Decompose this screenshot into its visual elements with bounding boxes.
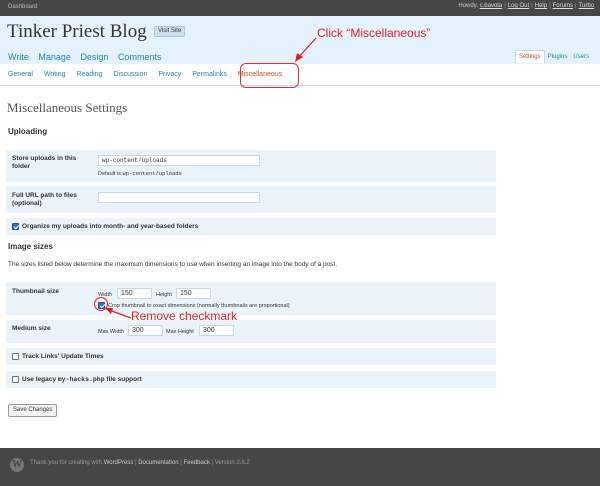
annotation-arrow-up	[295, 37, 317, 62]
visit-site-button[interactable]: Visit Site	[154, 26, 186, 37]
turbo-link[interactable]: Turbo	[579, 3, 594, 9]
page-title: Miscellaneous Settings	[7, 100, 128, 115]
help-link[interactable]: Help	[535, 3, 547, 9]
nav-settings[interactable]: Settings	[514, 50, 545, 63]
blog-title: Tinker Priest Blog	[7, 21, 147, 42]
user-links: Howdy, c.bavota | Log Out | Help | Forums | Turb…	[458, 3, 594, 9]
full-url-input[interactable]	[98, 192, 260, 203]
nav-write[interactable]: Write	[8, 52, 29, 62]
legacy-label: Use legacy my-hacks.php file support	[22, 376, 142, 383]
subnav-privacy[interactable]: Privacy	[158, 71, 181, 78]
thumbnail-label: Thumbnail size	[12, 288, 59, 295]
image-sizes-description: The sizes listed below determine the max…	[8, 261, 338, 268]
subnav-discussion[interactable]: Discussion	[114, 71, 148, 78]
subnav-writing[interactable]: Writing	[44, 71, 66, 78]
medium-size-label: Medium size	[12, 325, 51, 332]
miscellaneous-highlight	[240, 63, 299, 88]
subnav-permalinks[interactable]: Permalinks	[192, 71, 227, 78]
store-uploads-default: Default is wp-content/uploads	[98, 170, 182, 177]
nav-manage[interactable]: Manage	[38, 52, 71, 62]
save-changes-button[interactable]: Save Changes	[8, 404, 58, 417]
nav-users[interactable]: Users	[570, 51, 592, 63]
nav-comments[interactable]: Comments	[118, 52, 162, 62]
medium-width-input[interactable]: 300	[128, 325, 163, 336]
nav-plugins[interactable]: Plugins	[545, 51, 571, 63]
store-uploads-label: Store uploads in this folder	[12, 155, 77, 170]
click-miscellaneous-annotation: Click “Miscellaneous”	[317, 26, 431, 40]
subnav-reading[interactable]: Reading	[76, 71, 102, 78]
uploading-heading: Uploading	[8, 127, 48, 136]
medium-height-input[interactable]: 300	[199, 325, 234, 336]
store-uploads-input[interactable]: wp-content/uploads	[98, 155, 260, 166]
full-url-label: Full URL path to files (optional)	[12, 192, 77, 207]
wordpress-link[interactable]: WordPress	[104, 460, 134, 466]
settings-subnav: General Writing Reading Discussion Priva…	[0, 64, 600, 86]
footer-text: Thank you for creating with WordPress | …	[30, 460, 250, 466]
thumbnail-width-input[interactable]: 150	[117, 288, 152, 299]
howdy-text: Howdy,	[458, 3, 478, 9]
max-width-label: Max Width	[98, 329, 124, 335]
organize-label: Organize my uploads into month- and year…	[22, 223, 199, 230]
legacy-row: Use legacy my-hacks.php file support	[6, 371, 496, 389]
nav-design[interactable]: Design	[80, 52, 108, 62]
wordpress-logo-icon[interactable]: W	[10, 458, 24, 472]
track-links-row: Track Links' Update Times	[6, 348, 496, 366]
footer: W Thank you for creating with WordPress …	[0, 448, 600, 486]
subnav-general[interactable]: General	[8, 71, 33, 78]
username-link[interactable]: c.bavota	[480, 3, 503, 9]
feedback-link[interactable]: Feedback	[183, 460, 209, 466]
height-label: Height	[156, 292, 172, 298]
dashboard-link[interactable]: Dashboard	[8, 4, 37, 10]
track-links-checkbox[interactable]	[12, 353, 19, 360]
main-nav: Write Manage Design Comments	[8, 52, 168, 62]
full-url-row: Full URL path to files (optional)	[6, 186, 496, 214]
admin-top-bar: Dashboard Howdy, c.bavota | Log Out | Help | F…	[0, 0, 600, 16]
thumbnail-height-input[interactable]: 150	[176, 288, 211, 299]
medium-size-row: Medium size Max Width 300 Max Height 300	[6, 320, 496, 344]
image-sizes-heading: Image sizes	[8, 242, 53, 251]
legacy-checkbox[interactable]	[12, 376, 19, 383]
logout-link[interactable]: Log Out	[508, 3, 529, 9]
secondary-nav: Settings Plugins Users	[514, 50, 592, 64]
forums-link[interactable]: Forums	[553, 3, 573, 9]
organize-row: Organize my uploads into month- and year…	[6, 218, 496, 236]
track-links-label: Track Links' Update Times	[22, 353, 104, 360]
organize-checkbox[interactable]	[12, 223, 19, 230]
max-height-label: Max Height	[166, 329, 194, 335]
thumbnail-row: Thumbnail size Width 150 Height 150 Crop…	[6, 282, 496, 316]
documentation-link[interactable]: Documentation	[138, 460, 178, 466]
store-uploads-row: Store uploads in this folder wp-content/…	[6, 150, 496, 183]
